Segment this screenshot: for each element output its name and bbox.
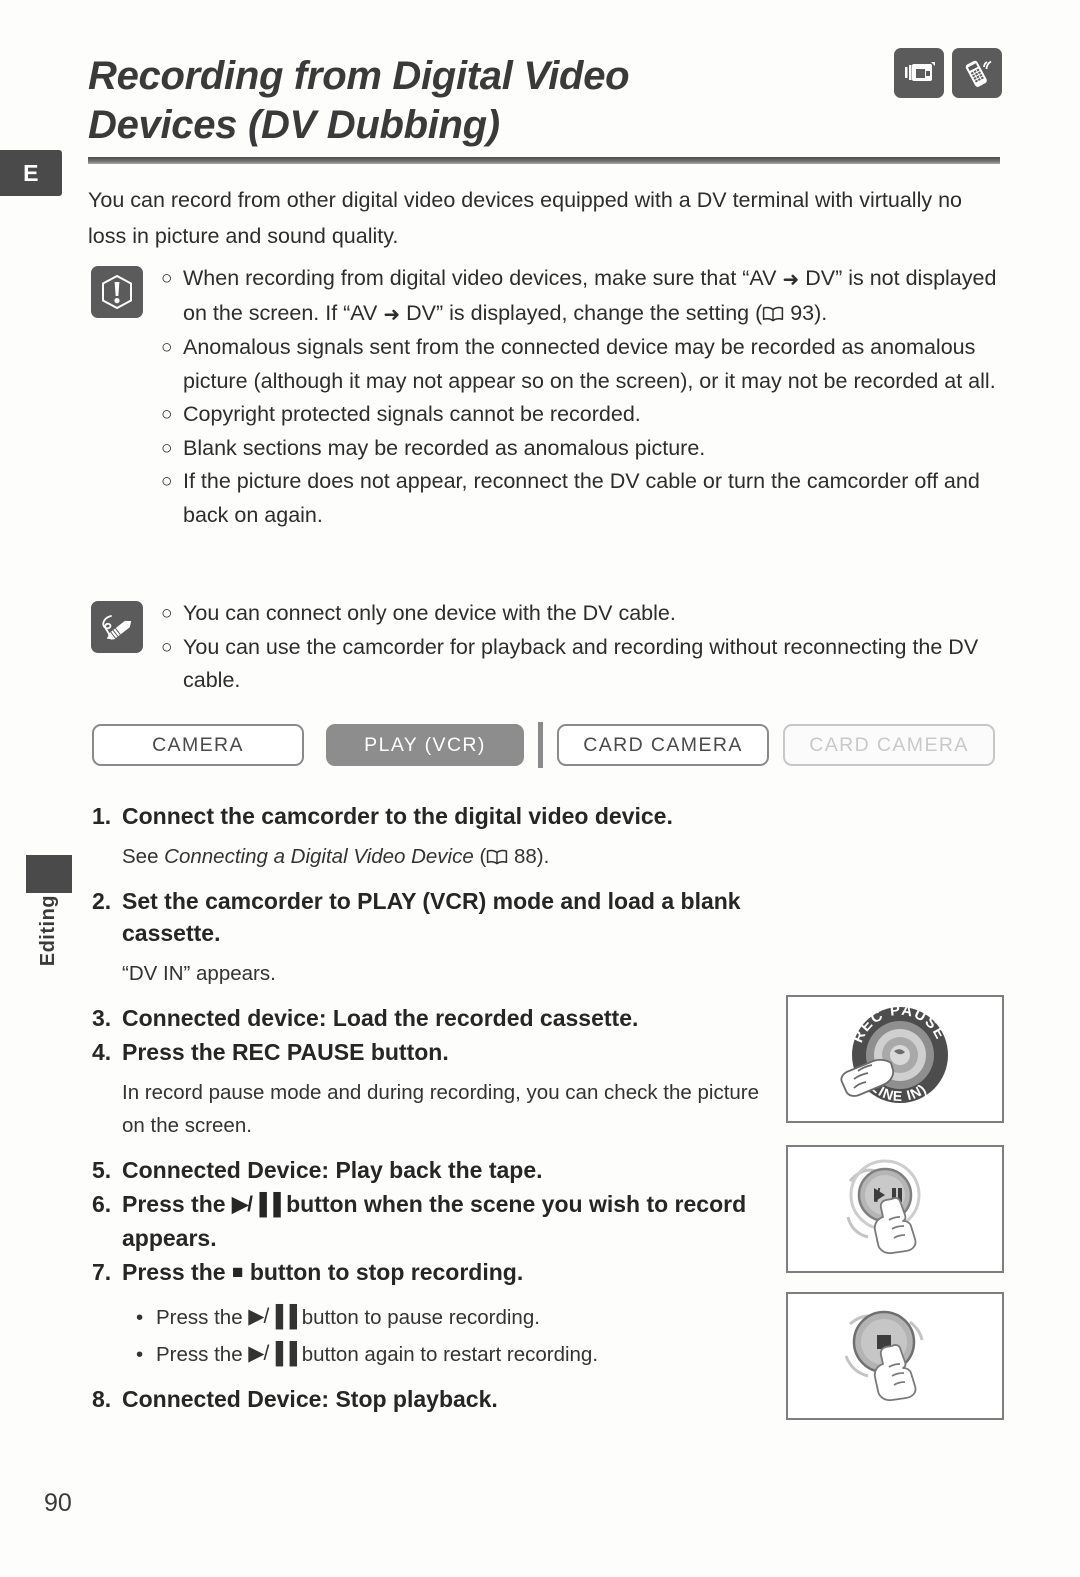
- page-number: 90: [44, 1489, 72, 1517]
- step-number: 3.: [92, 1005, 112, 1031]
- note-item: ○ You can connect only one device with th…: [161, 597, 998, 631]
- step-item: 6. Press the ▶/▐▐ button when the scene y…: [92, 1188, 782, 1254]
- stop-button-illustration: [786, 1292, 1004, 1420]
- note-item-text: You can use the camcorder for playback a…: [183, 634, 979, 693]
- right-arrow-icon: ➜: [782, 269, 800, 291]
- step-title: Connected Device: Play back the tape.: [122, 1157, 543, 1183]
- camcorder-icon: [894, 48, 944, 98]
- step-bullet-text: Press the ▶/▐▐ button again to restart r…: [156, 1336, 598, 1373]
- section-tab-label-wrap: Editing: [28, 895, 68, 1015]
- step-title: Set the camcorder to PLAY (VCR) mode and…: [122, 888, 741, 946]
- warning-item: ○ Anomalous signals sent from the connect…: [161, 331, 998, 398]
- dot-bullet-icon: •: [136, 1306, 144, 1329]
- circle-bullet-icon: ○: [161, 636, 173, 658]
- mode-tab-label: PLAY (VCR): [364, 733, 486, 756]
- step-number: 8.: [92, 1386, 112, 1412]
- book-icon: [487, 849, 508, 865]
- step-number: 1.: [92, 803, 112, 829]
- mode-tab-label: CARD CAMERA: [583, 733, 743, 756]
- warning-item-text: Anomalous signals sent from the connecte…: [183, 335, 996, 393]
- play-pause-icon: ▶/▐▐: [248, 1342, 297, 1365]
- memo-pencil-icon: [91, 601, 143, 653]
- warning-item: ○ If the picture does not appear, reconne…: [161, 465, 998, 532]
- page-title-line-2: Devices (DV Dubbing): [88, 103, 500, 147]
- mode-tab-play-vcr[interactable]: PLAY (VCR): [326, 724, 524, 766]
- mode-separator: [538, 722, 543, 768]
- remote-control-icon: [952, 48, 1002, 98]
- section-thumb-tab: [26, 855, 72, 893]
- step-number: 7.: [92, 1259, 112, 1285]
- page-title-line-1: Recording from Digital Video: [88, 54, 630, 98]
- step-title: Connect the camcorder to the digital vid…: [122, 803, 673, 829]
- step-description: See Connecting a Digital Video Device ( …: [122, 845, 550, 868]
- step-item: 3. Connected device: Load the recorded ca…: [92, 1002, 782, 1034]
- step-bullet-item: • Press the ▶/▐▐ button to pause recordin…: [136, 1299, 782, 1336]
- header-icon-group: [894, 48, 1002, 98]
- step-description: In record pause mode and during recordin…: [122, 1081, 760, 1137]
- warning-item: ○ Blank sections may be recorded as anoma…: [161, 432, 998, 466]
- warning-item-list: ○ When recording from digital video devic…: [161, 262, 998, 532]
- step-title: Connected Device: Stop playback.: [122, 1386, 498, 1412]
- warning-item-text: Copyright protected signals cannot be re…: [183, 402, 641, 426]
- rec-pause-button-illustration: REC PAUSE (LINE IN): [786, 995, 1004, 1123]
- section-tab-label: Editing: [36, 895, 59, 967]
- warning-item-text: Blank sections may be recorded as anomal…: [183, 435, 706, 460]
- language-tab: E: [0, 150, 62, 196]
- step-bullet-item: • Press the ▶/▐▐ button again to restart …: [136, 1336, 782, 1373]
- dot-bullet-icon: •: [136, 1343, 144, 1366]
- warning-item: ○ When recording from digital video devic…: [161, 262, 998, 331]
- warning-item-text: If the picture does not appear, reconnec…: [183, 469, 980, 527]
- title-rule: [88, 157, 1000, 164]
- warning-callout: ○ When recording from digital video devic…: [88, 262, 998, 532]
- mode-tab-label: CAMERA: [152, 733, 244, 756]
- right-arrow-icon: ➜: [383, 303, 401, 326]
- step-item: 5. Connected Device: Play back the tape.: [92, 1154, 782, 1186]
- step-title: Press the ▶/▐▐ button when the scene you…: [122, 1191, 747, 1251]
- play-pause-button-illustration: [786, 1145, 1004, 1273]
- circle-bullet-icon: ○: [161, 337, 173, 358]
- note-item-text: You can connect only one device with the…: [183, 601, 676, 625]
- notes-callout: ○ You can connect only one device with th…: [88, 597, 998, 698]
- mode-tab-card-camera: CARD CAMERA: [783, 724, 995, 766]
- step-number: 4.: [92, 1039, 112, 1065]
- note-item: ○ You can use the camcorder for playback …: [161, 631, 998, 698]
- circle-bullet-icon: ○: [161, 603, 173, 624]
- warning-item: ○ Copyright protected signals cannot be r…: [161, 398, 998, 432]
- step-title: Press the REC PAUSE button.: [122, 1039, 449, 1065]
- play-pause-icon: ▶/▐▐: [231, 1193, 281, 1216]
- stop-icon: ■: [231, 1262, 244, 1283]
- step-list: 1. Connect the camcorder to the digital v…: [92, 800, 782, 1417]
- step-bullet-list: • Press the ▶/▐▐ button to pause recordin…: [136, 1299, 782, 1373]
- page-title: Recording from Digital Video Devices (DV…: [88, 52, 858, 150]
- step-number: 6.: [92, 1191, 112, 1217]
- step-title: Connected device: Load the recorded cass…: [122, 1005, 639, 1031]
- circle-bullet-icon: ○: [161, 437, 173, 459]
- intro-paragraph: You can record from other digital video …: [88, 188, 962, 248]
- circle-bullet-icon: ○: [161, 471, 173, 492]
- circle-bullet-icon: ○: [161, 404, 173, 425]
- step-item: 4. Press the REC PAUSE button.: [92, 1036, 782, 1068]
- warning-item-text: When recording from digital video device…: [183, 262, 998, 331]
- circle-bullet-icon: ○: [161, 268, 173, 289]
- step-number: 2.: [92, 888, 112, 914]
- step-item: 7. Press the ■ button to stop recording.: [92, 1256, 782, 1291]
- book-icon: [763, 306, 784, 321]
- italic-reference: Connecting a Digital Video Device: [164, 845, 474, 868]
- notes-item-list: ○ You can connect only one device with th…: [161, 597, 998, 698]
- language-tab-label: E: [23, 159, 39, 186]
- step-item: 8. Connected Device: Stop playback.: [92, 1383, 782, 1415]
- step-title: Press the ■ button to stop recording.: [122, 1256, 782, 1291]
- warning-exclamation-icon: [91, 266, 143, 318]
- manual-page: E Editing Recording from Digital Video D…: [0, 0, 1080, 1577]
- step-description: “DV IN” appears.: [122, 962, 276, 985]
- step-item: 1. Connect the camcorder to the digital v…: [92, 800, 782, 832]
- mode-tab-label: CARD CAMERA: [809, 733, 969, 756]
- mode-tab-card-camera[interactable]: CARD CAMERA: [557, 724, 769, 766]
- step-number: 5.: [92, 1157, 112, 1183]
- step-bullet-text: Press the ▶/▐▐ button to pause recording…: [156, 1299, 540, 1336]
- mode-tab-row: CAMERA PLAY (VCR) CARD CAMERA CARD CAMERA: [92, 722, 995, 768]
- mode-tab-camera[interactable]: CAMERA: [92, 724, 304, 766]
- play-pause-icon: ▶/▐▐: [248, 1305, 297, 1328]
- step-item: 2. Set the camcorder to PLAY (VCR) mode a…: [92, 885, 782, 949]
